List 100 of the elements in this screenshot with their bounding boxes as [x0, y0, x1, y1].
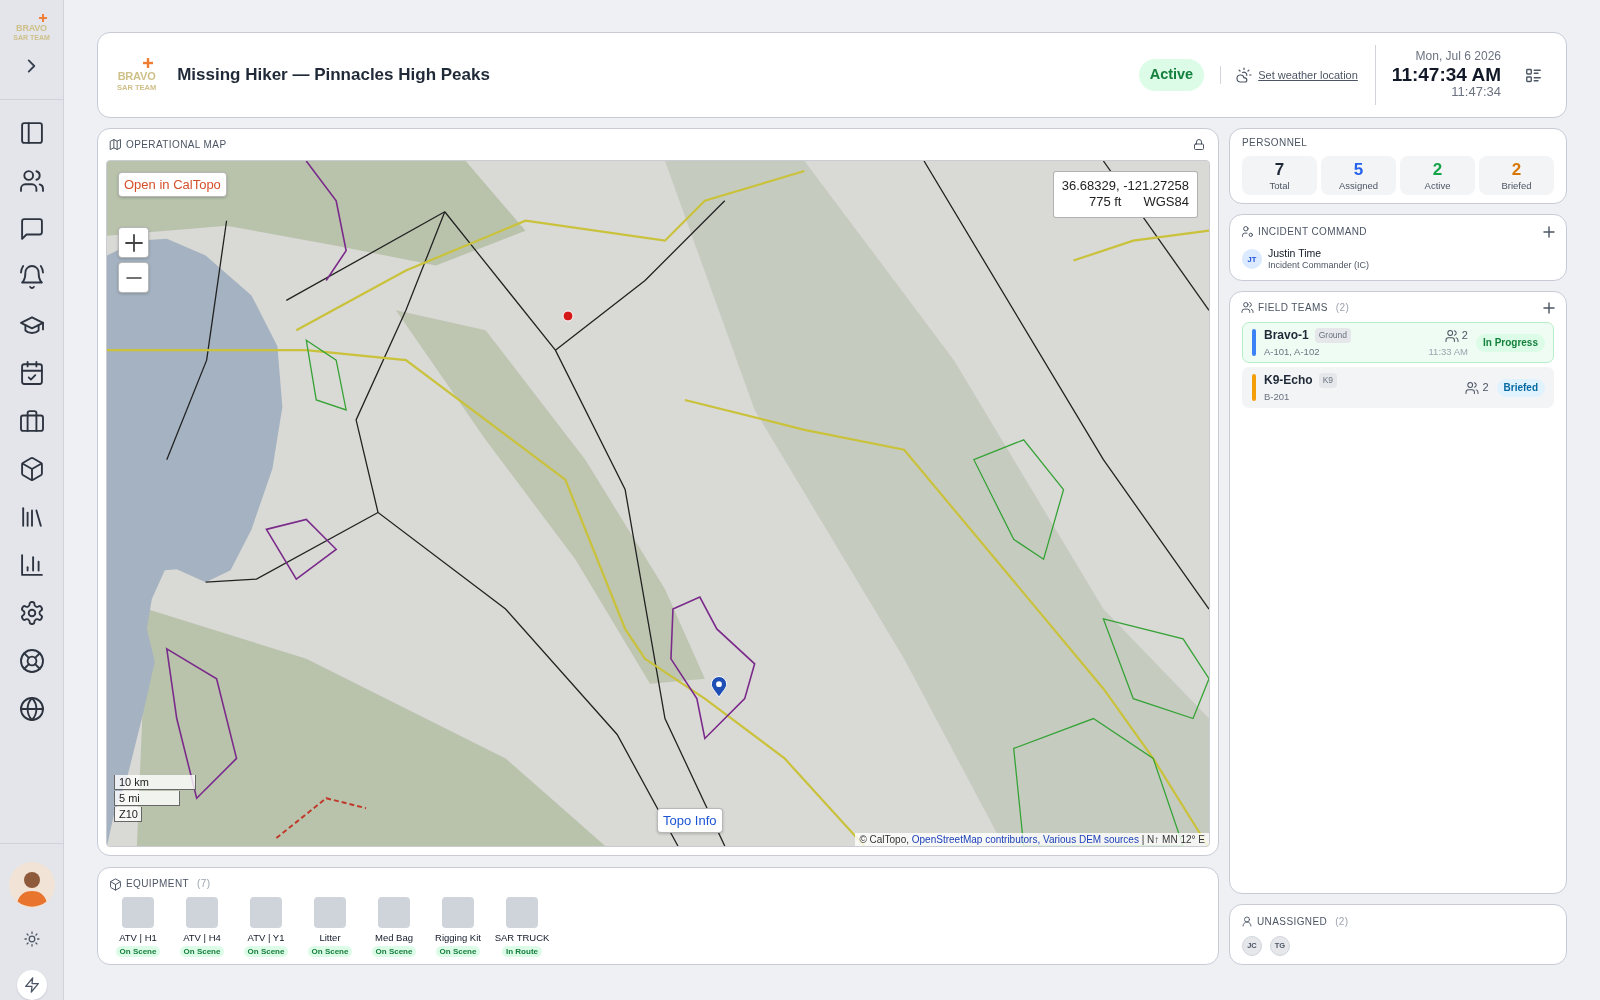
plus-icon[interactable]	[1544, 226, 1554, 237]
weather-link[interactable]: Set weather location	[1258, 66, 1358, 84]
person-name: Justin Time	[1268, 248, 1323, 260]
plus-icon[interactable]	[1544, 302, 1554, 313]
stat-label: Briefed	[1501, 180, 1532, 191]
cross-icon	[143, 58, 154, 69]
minus-icon	[125, 276, 142, 279]
status-pill: On Scene	[435, 946, 481, 957]
section-title: FIELD TEAMS	[1258, 302, 1328, 313]
stat-value: 7	[1274, 160, 1285, 178]
user-icon	[1242, 916, 1252, 927]
users-icon	[1466, 381, 1479, 394]
logo-text: BRAVO	[117, 71, 156, 83]
section-title: UNASSIGNED	[1257, 916, 1328, 927]
logo-text: BRAVO	[16, 24, 47, 33]
section-title: EQUIPMENT	[126, 879, 190, 889]
elevation-text: 775 ft	[1088, 194, 1122, 211]
team-card[interactable]: K9-Echo K9 B-201 2 Briefed	[1242, 367, 1554, 409]
briefcase-icon[interactable]	[20, 410, 43, 432]
chat-bubble-icon[interactable]	[20, 218, 43, 240]
chevron-right-icon[interactable]	[28, 60, 35, 72]
section-title: PERSONNEL	[1242, 138, 1308, 148]
calendar-check-icon[interactable]	[20, 362, 43, 384]
status-pill: Active	[1138, 59, 1205, 91]
member-count: 2	[1482, 382, 1489, 394]
equipment-name: ATV | H1	[119, 932, 157, 944]
status-pill: On Scene	[115, 946, 161, 957]
team-type-tag: K9	[1318, 373, 1338, 388]
cloud-sun-icon	[1237, 68, 1252, 82]
zoom-level: Z10	[114, 807, 142, 822]
stat-value: 2	[1432, 160, 1443, 178]
team-type-tag: Ground	[1314, 328, 1352, 343]
team-assignments: A-101, A-102	[1264, 345, 1321, 358]
cross-icon	[38, 14, 47, 22]
marker-dot-icon[interactable]	[562, 310, 574, 322]
users-icon	[1242, 302, 1253, 314]
user-gear-icon	[1242, 226, 1253, 237]
equipment-name: Litter	[319, 932, 341, 944]
equipment-name: ATV | Y1	[247, 932, 285, 944]
status-pill: On Scene	[307, 946, 353, 957]
zoom-out-button[interactable]	[118, 262, 149, 293]
status-pill: On Scene	[371, 946, 417, 957]
stat-value: 5	[1353, 160, 1364, 178]
equipment-name: SAR TRUCK	[494, 932, 550, 944]
map-icon	[110, 139, 121, 150]
equipment-name: ATV | H4	[183, 932, 221, 944]
status-pill: In Progress	[1475, 333, 1545, 352]
count-text: (2)	[1335, 916, 1349, 927]
team-name: K9-Echo	[1264, 373, 1313, 388]
coordinates-text: 36.68329, -121.27258	[1061, 178, 1189, 195]
incident-title: Missing Hiker — Pinnacles High Peaks	[177, 64, 490, 86]
stat-label: Assigned	[1338, 180, 1379, 191]
topo-info-button[interactable]: Topo Info	[657, 808, 723, 833]
section-title: INCIDENT COMMAND	[1258, 226, 1367, 237]
cube-icon	[110, 878, 121, 890]
zoom-in-button[interactable]	[118, 227, 149, 258]
user-avatar-icon[interactable]	[8, 862, 55, 908]
team-assignments: B-201	[1264, 390, 1291, 403]
equipment-name: Med Bag	[375, 932, 413, 944]
team-name: Bravo-1	[1264, 328, 1309, 343]
count-text: (2)	[1335, 302, 1350, 313]
section-title: OPERATIONAL MAP	[126, 139, 227, 150]
lightning-button[interactable]	[16, 970, 47, 1000]
side-panel-icon[interactable]	[20, 122, 43, 144]
person-role: Incident Commander (IC)	[1268, 259, 1370, 271]
status-pill: Briefed	[1496, 378, 1545, 397]
date-text: Mon, Jul 6 2026	[1415, 49, 1501, 64]
scale-bar: 5 mi	[114, 791, 180, 806]
bar-chart-icon[interactable]	[20, 554, 43, 576]
graduation-cap-icon[interactable]	[20, 314, 43, 336]
list-layout-icon[interactable]	[1526, 67, 1541, 83]
globe-icon[interactable]	[20, 698, 43, 720]
open-in-caltopo-button[interactable]: Open in CalTopo	[118, 172, 227, 197]
team-time: 11:33 AM	[1428, 346, 1468, 357]
clock-time-24h: 11:47:34	[1451, 85, 1501, 101]
cube-icon[interactable]	[20, 458, 43, 480]
status-pill: In Route	[502, 946, 542, 957]
lifebuoy-icon[interactable]	[20, 650, 43, 672]
attribution-link[interactable]: OpenStreetMap contributors,	[911, 834, 1041, 845]
team-card[interactable]: Bravo-1 Ground A-101, A-102 2 11:33 AM In Progress	[1242, 322, 1554, 364]
lightning-icon	[24, 978, 39, 992]
sun-icon[interactable]	[24, 932, 39, 946]
plus-icon	[125, 234, 142, 251]
status-pill: On Scene	[179, 946, 225, 957]
settings-icon[interactable]	[20, 602, 43, 624]
stat-value: 2	[1511, 160, 1522, 178]
map-attribution: © CalTopo, OpenStreetMap contributors, Various DEM sources | N↑ MN 12° E	[855, 833, 1209, 846]
datum-text: WGS84	[1143, 194, 1189, 211]
map-pin-icon[interactable]	[710, 676, 728, 698]
attribution-link[interactable]: Various DEM sources	[1042, 834, 1139, 845]
books-icon[interactable]	[20, 506, 43, 528]
lock-icon[interactable]	[1194, 139, 1204, 150]
count-text: (7)	[197, 879, 211, 889]
equipment-name: Rigging Kit	[435, 932, 481, 944]
stat-label: Total	[1269, 180, 1290, 191]
scale-bar: 10 km	[114, 775, 196, 790]
alarm-bell-icon[interactable]	[20, 266, 43, 288]
users-icon[interactable]	[20, 170, 43, 192]
users-icon	[1445, 329, 1458, 342]
clock-time: 11:47:34 AM	[1391, 63, 1501, 86]
